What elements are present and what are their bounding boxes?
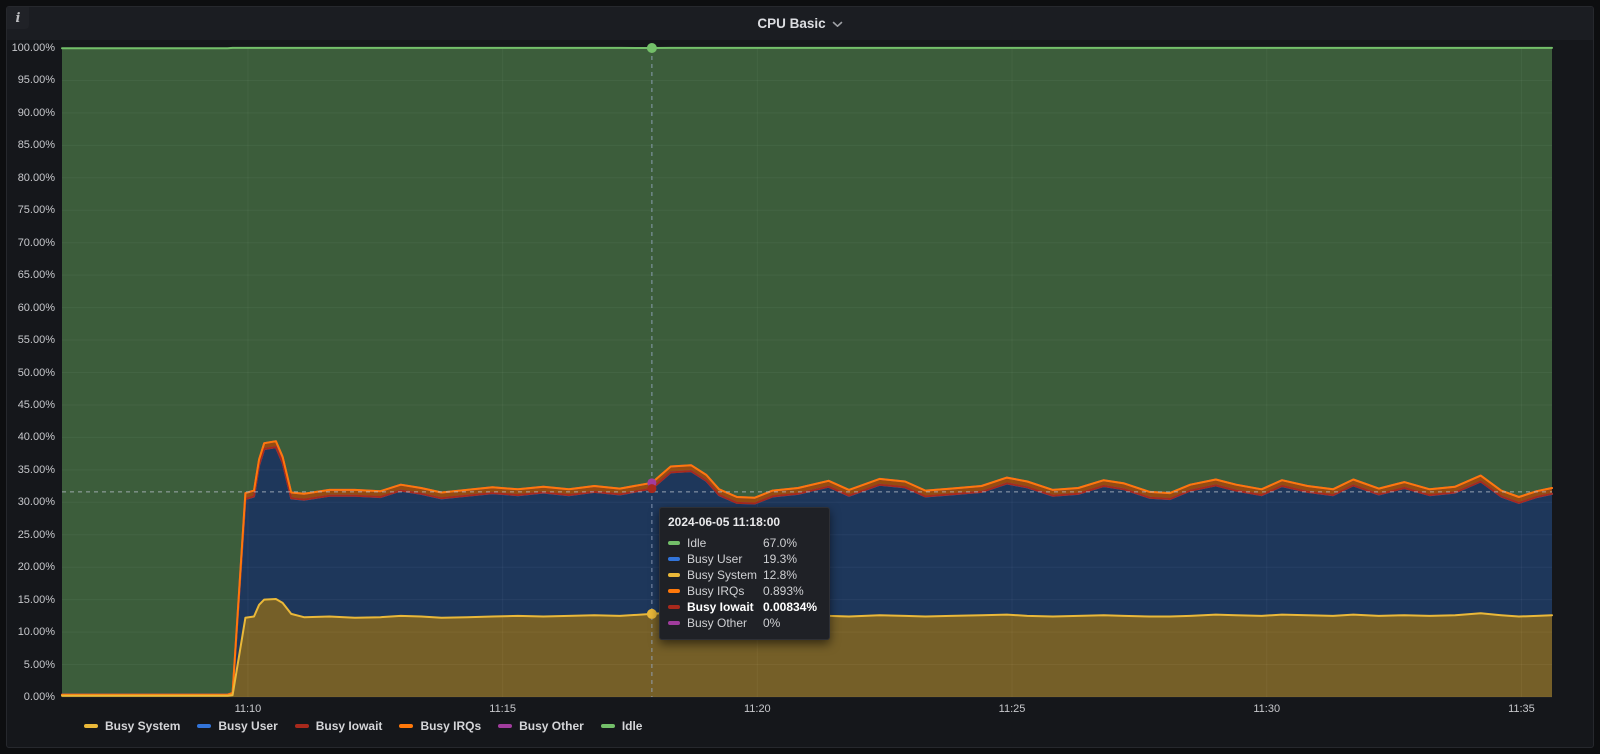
panel-info-icon[interactable]: i — [7, 7, 29, 29]
legend-label: Idle — [621, 719, 643, 733]
legend-item-busy-user[interactable]: Busy User — [197, 719, 278, 733]
y-axis-label: 75.00% — [17, 204, 55, 217]
tooltip-row-busy-irqs: Busy IRQs 0.893% — [668, 583, 821, 599]
tooltip-swatch — [668, 589, 680, 593]
chart-plot-area[interactable] — [0, 0, 1600, 754]
legend-label: Busy Other — [519, 719, 584, 733]
tooltip-row-busy-other: Busy Other 0% — [668, 615, 821, 631]
panel-title: CPU Basic — [757, 16, 826, 31]
y-axis-label: 90.00% — [17, 106, 55, 119]
legend-swatch — [294, 724, 309, 728]
y-axis-label: 5.00% — [23, 658, 55, 671]
legend-swatch — [197, 724, 212, 728]
y-axis-label: 55.00% — [17, 334, 55, 347]
tooltip-row-busy-system: Busy System 12.8% — [668, 567, 821, 583]
tooltip-swatch — [668, 605, 680, 609]
tooltip-series-label: Busy System — [687, 568, 758, 582]
legend-swatch — [600, 724, 615, 728]
legend: Busy System Busy User Busy Iowait Busy IRQs… — [84, 719, 642, 733]
y-axis-label: 30.00% — [17, 496, 55, 509]
x-axis-label: 11:25 — [998, 703, 1026, 715]
tooltip-series-value: 12.8% — [763, 568, 798, 582]
tooltip-row-busy-user: Busy User 19.3% — [668, 551, 821, 567]
y-axis-label: 65.00% — [17, 269, 55, 282]
tooltip-swatch — [668, 621, 680, 625]
y-axis-label: 95.00% — [17, 74, 55, 87]
x-axis-label: 11:20 — [743, 703, 771, 715]
y-axis-label: 10.00% — [17, 626, 55, 639]
tooltip-series-value: 0.893% — [763, 584, 804, 598]
y-axis-label: 0.00% — [23, 691, 55, 703]
cursor-point-busy-iowait — [647, 484, 657, 494]
legend-label: Busy System — [105, 719, 181, 733]
cpu-basic-chart — [61, 43, 1553, 698]
y-axis-label: 40.00% — [17, 431, 55, 444]
x-axis-label: 11:35 — [1508, 703, 1535, 715]
chevron-down-icon — [832, 21, 843, 28]
legend-label: Busy IRQs — [420, 719, 482, 733]
tooltip-series-value: 19.3% — [763, 552, 798, 566]
y-axis-label: 25.00% — [17, 528, 55, 541]
tooltip-series-label: Busy IRQs — [687, 584, 745, 598]
tooltip-swatch — [668, 573, 680, 577]
y-axis-label: 80.00% — [17, 171, 55, 184]
cursor-point-idle — [646, 43, 657, 53]
y-axis-label: 85.00% — [17, 139, 55, 152]
panel-header: CPU Basic — [7, 7, 1593, 40]
tooltip-series-label: Busy User — [687, 552, 743, 566]
legend-item-busy-irqs[interactable]: Busy IRQs — [399, 719, 481, 733]
y-axis-label: 60.00% — [17, 301, 55, 314]
x-axis-label: 11:10 — [234, 703, 262, 715]
tooltip-row-busy-iowait: Busy Iowait 0.00834% — [668, 599, 821, 615]
tooltip-swatch — [668, 541, 680, 545]
tooltip-series-value: 0% — [763, 616, 781, 630]
legend-swatch — [498, 724, 513, 728]
tooltip-series-label: Busy Other — [687, 616, 748, 630]
tooltip-swatch — [668, 557, 680, 561]
x-axis-label: 11:30 — [1253, 703, 1281, 715]
panel-title-button[interactable]: CPU Basic — [757, 16, 842, 31]
legend-item-busy-system[interactable]: Busy System — [84, 719, 180, 733]
legend-label: Busy User — [218, 719, 278, 733]
y-axis-label: 50.00% — [17, 366, 55, 379]
tooltip-timestamp: 2024-06-05 11:18:00 — [668, 515, 781, 529]
tooltip-series-label: Busy Iowait — [687, 600, 754, 614]
y-axis-label: 20.00% — [17, 561, 55, 574]
y-axis-label: 45.00% — [17, 398, 55, 411]
tooltip-series-value: 67.0% — [763, 536, 798, 550]
tooltip-series-label: Idle — [687, 536, 707, 550]
info-icon-glyph: i — [15, 10, 21, 26]
legend-item-idle[interactable]: Idle — [600, 719, 643, 733]
x-axis-label: 11:15 — [489, 703, 516, 715]
hover-tooltip: 2024-06-05 11:18:00 Idle 67.0% Busy User 19… — [659, 507, 830, 640]
y-axis-label: 15.00% — [17, 593, 55, 606]
y-axis-label: 100.00% — [11, 42, 55, 54]
legend-swatch — [84, 724, 98, 728]
y-axis-label: 35.00% — [17, 463, 55, 476]
legend-item-busy-other[interactable]: Busy Other — [498, 719, 584, 733]
tooltip-row-idle: Idle 67.0% — [668, 535, 821, 551]
cursor-point-busy-system — [646, 608, 657, 619]
legend-label: Busy Iowait — [315, 719, 383, 733]
legend-swatch — [399, 724, 414, 728]
tooltip-series-value: 0.00834% — [763, 600, 818, 614]
y-axis-label: 70.00% — [17, 236, 55, 249]
legend-item-busy-iowait[interactable]: Busy Iowait — [294, 719, 383, 733]
